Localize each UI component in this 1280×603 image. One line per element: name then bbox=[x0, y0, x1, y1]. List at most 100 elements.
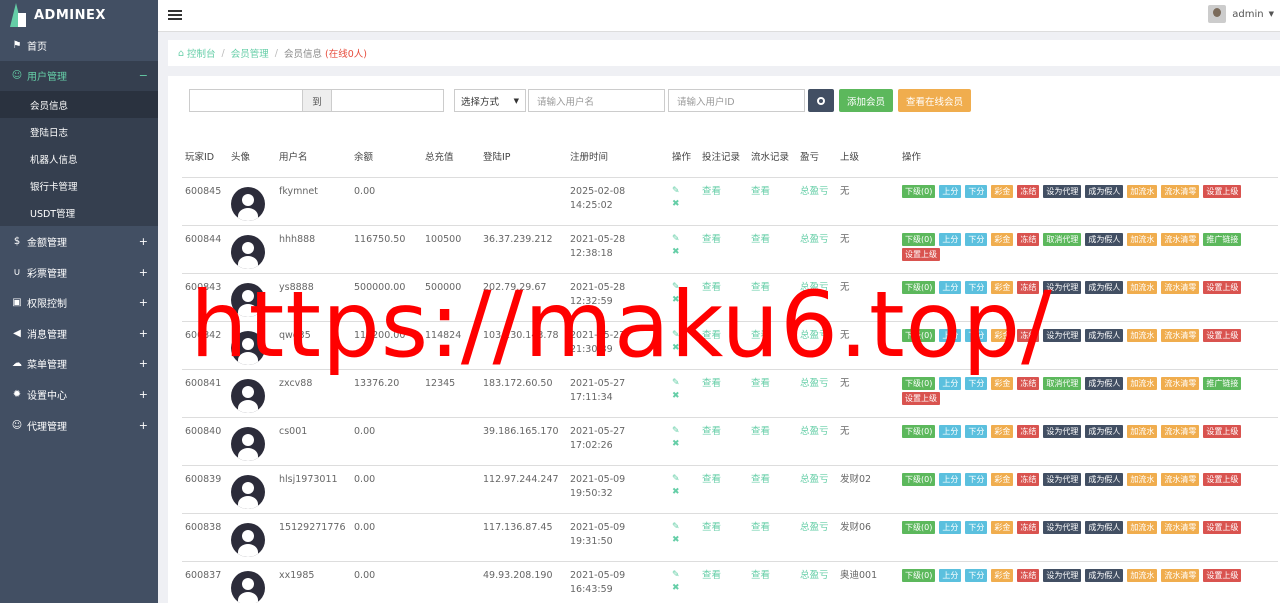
freeze-button[interactable]: 冻结 bbox=[1017, 280, 1040, 294]
flow-record-link[interactable]: 查看 bbox=[748, 273, 797, 322]
menu-toggle-icon[interactable] bbox=[168, 8, 182, 22]
make-fake-button[interactable]: 成为假人 bbox=[1085, 280, 1124, 294]
profit-link[interactable]: 总盈亏 bbox=[797, 321, 837, 370]
profit-link[interactable]: 总盈亏 bbox=[797, 177, 837, 226]
add-score-button[interactable]: 上分 bbox=[939, 376, 962, 390]
agent-toggle-button[interactable]: 设为代理 bbox=[1043, 280, 1082, 294]
profit-link[interactable]: 总盈亏 bbox=[797, 273, 837, 322]
user-menu[interactable]: admin ▼ bbox=[1208, 5, 1274, 23]
sub-agents-button[interactable]: 下级(0) bbox=[902, 184, 936, 198]
edit-icon[interactable]: ✎ bbox=[672, 425, 696, 438]
add-flow-button[interactable]: 加流水 bbox=[1127, 328, 1158, 342]
bonus-button[interactable]: 彩金 bbox=[991, 280, 1014, 294]
bet-record-link[interactable]: 查看 bbox=[699, 177, 748, 226]
make-fake-button[interactable]: 成为假人 bbox=[1085, 472, 1124, 486]
flow-record-link[interactable]: 查看 bbox=[748, 369, 797, 418]
agent-toggle-button[interactable]: 设为代理 bbox=[1043, 520, 1082, 534]
delete-icon[interactable]: ✖ bbox=[672, 294, 696, 307]
add-flow-button[interactable]: 加流水 bbox=[1127, 424, 1158, 438]
flow-record-link[interactable]: 查看 bbox=[748, 417, 797, 466]
freeze-button[interactable]: 冻结 bbox=[1017, 520, 1040, 534]
delete-icon[interactable]: ✖ bbox=[672, 390, 696, 403]
set-parent-button[interactable]: 设置上级 bbox=[1203, 424, 1242, 438]
make-fake-button[interactable]: 成为假人 bbox=[1085, 184, 1124, 198]
add-score-button[interactable]: 上分 bbox=[939, 280, 962, 294]
add-flow-button[interactable]: 加流水 bbox=[1127, 232, 1158, 246]
agent-toggle-button[interactable]: 设为代理 bbox=[1043, 424, 1082, 438]
clear-flow-button[interactable]: 流水清零 bbox=[1161, 376, 1200, 390]
sidebar-subitem[interactable]: 登陆日志 bbox=[0, 118, 158, 145]
reduce-score-button[interactable]: 下分 bbox=[965, 232, 988, 246]
clear-flow-button[interactable]: 流水清零 bbox=[1161, 280, 1200, 294]
add-flow-button[interactable]: 加流水 bbox=[1127, 280, 1158, 294]
view-online-button[interactable]: 查看在线会员 bbox=[898, 89, 972, 112]
make-fake-button[interactable]: 成为假人 bbox=[1085, 328, 1124, 342]
agent-toggle-button[interactable]: 取消代理 bbox=[1043, 376, 1082, 390]
sidebar-subitem[interactable]: 会员信息 bbox=[0, 91, 158, 119]
freeze-button[interactable]: 冻结 bbox=[1017, 424, 1040, 438]
make-fake-button[interactable]: 成为假人 bbox=[1085, 232, 1124, 246]
add-score-button[interactable]: 上分 bbox=[939, 184, 962, 198]
delete-icon[interactable]: ✖ bbox=[672, 438, 696, 451]
reduce-score-button[interactable]: 下分 bbox=[965, 280, 988, 294]
breadcrumb-home[interactable]: 控制台 bbox=[187, 46, 216, 60]
username-input[interactable]: 请输入用户名 bbox=[528, 89, 665, 112]
flow-record-link[interactable]: 查看 bbox=[748, 225, 797, 274]
edit-icon[interactable]: ✎ bbox=[672, 377, 696, 390]
sidebar-item-2[interactable]: $ 金额管理 + bbox=[0, 226, 158, 257]
reduce-score-button[interactable]: 下分 bbox=[965, 328, 988, 342]
sidebar-item-7[interactable]: ✹ 设置中心 + bbox=[0, 379, 158, 410]
sub-agents-button[interactable]: 下级(0) bbox=[902, 280, 936, 294]
bet-record-link[interactable]: 查看 bbox=[699, 273, 748, 322]
bonus-button[interactable]: 彩金 bbox=[991, 568, 1014, 582]
make-fake-button[interactable]: 成为假人 bbox=[1085, 520, 1124, 534]
delete-icon[interactable]: ✖ bbox=[672, 342, 696, 355]
add-score-button[interactable]: 上分 bbox=[939, 568, 962, 582]
agent-toggle-button[interactable]: 设为代理 bbox=[1043, 472, 1082, 486]
flow-record-link[interactable]: 查看 bbox=[748, 513, 797, 562]
promo-link-button[interactable]: 推广链接 bbox=[1203, 376, 1242, 390]
clear-flow-button[interactable]: 流水清零 bbox=[1161, 328, 1200, 342]
sidebar-item-4[interactable]: ▣ 权限控制 + bbox=[0, 287, 158, 318]
agent-toggle-button[interactable]: 设为代理 bbox=[1043, 328, 1082, 342]
add-flow-button[interactable]: 加流水 bbox=[1127, 472, 1158, 486]
flow-record-link[interactable]: 查看 bbox=[748, 561, 797, 603]
add-score-button[interactable]: 上分 bbox=[939, 232, 962, 246]
freeze-button[interactable]: 冻结 bbox=[1017, 328, 1040, 342]
clear-flow-button[interactable]: 流水清零 bbox=[1161, 184, 1200, 198]
add-flow-button[interactable]: 加流水 bbox=[1127, 376, 1158, 390]
clear-flow-button[interactable]: 流水清零 bbox=[1161, 472, 1200, 486]
bet-record-link[interactable]: 查看 bbox=[699, 561, 748, 603]
sidebar-subitem[interactable]: USDT管理 bbox=[0, 199, 158, 226]
sidebar-subitem[interactable]: 银行卡管理 bbox=[0, 172, 158, 199]
set-parent-button[interactable]: 设置上级 bbox=[1203, 568, 1242, 582]
sidebar-item-6[interactable]: ☁ 菜单管理 + bbox=[0, 349, 158, 380]
bet-record-link[interactable]: 查看 bbox=[699, 225, 748, 274]
flow-record-link[interactable]: 查看 bbox=[748, 465, 797, 514]
bonus-button[interactable]: 彩金 bbox=[991, 472, 1014, 486]
flow-record-link[interactable]: 查看 bbox=[748, 177, 797, 226]
profit-link[interactable]: 总盈亏 bbox=[797, 417, 837, 466]
make-fake-button[interactable]: 成为假人 bbox=[1085, 424, 1124, 438]
sub-agents-button[interactable]: 下级(0) bbox=[902, 328, 936, 342]
agent-toggle-button[interactable]: 设为代理 bbox=[1043, 184, 1082, 198]
agent-toggle-button[interactable]: 设为代理 bbox=[1043, 568, 1082, 582]
freeze-button[interactable]: 冻结 bbox=[1017, 568, 1040, 582]
reduce-score-button[interactable]: 下分 bbox=[965, 376, 988, 390]
sub-agents-button[interactable]: 下级(0) bbox=[902, 424, 936, 438]
promo-link-button[interactable]: 推广链接 bbox=[1203, 232, 1242, 246]
search-button[interactable] bbox=[808, 89, 834, 112]
set-parent-button[interactable]: 设置上级 bbox=[902, 247, 940, 261]
breadcrumb-section[interactable]: 会员管理 bbox=[231, 46, 269, 60]
bet-record-link[interactable]: 查看 bbox=[699, 369, 748, 418]
sub-agents-button[interactable]: 下级(0) bbox=[902, 568, 936, 582]
delete-icon[interactable]: ✖ bbox=[672, 486, 696, 499]
profit-link[interactable]: 总盈亏 bbox=[797, 225, 837, 274]
delete-icon[interactable]: ✖ bbox=[672, 246, 696, 259]
reduce-score-button[interactable]: 下分 bbox=[965, 424, 988, 438]
set-parent-button[interactable]: 设置上级 bbox=[1203, 280, 1242, 294]
edit-icon[interactable]: ✎ bbox=[672, 521, 696, 534]
sidebar-item-0[interactable]: ⚑ 首页 bbox=[0, 30, 158, 61]
bet-record-link[interactable]: 查看 bbox=[699, 321, 748, 370]
bonus-button[interactable]: 彩金 bbox=[991, 520, 1014, 534]
